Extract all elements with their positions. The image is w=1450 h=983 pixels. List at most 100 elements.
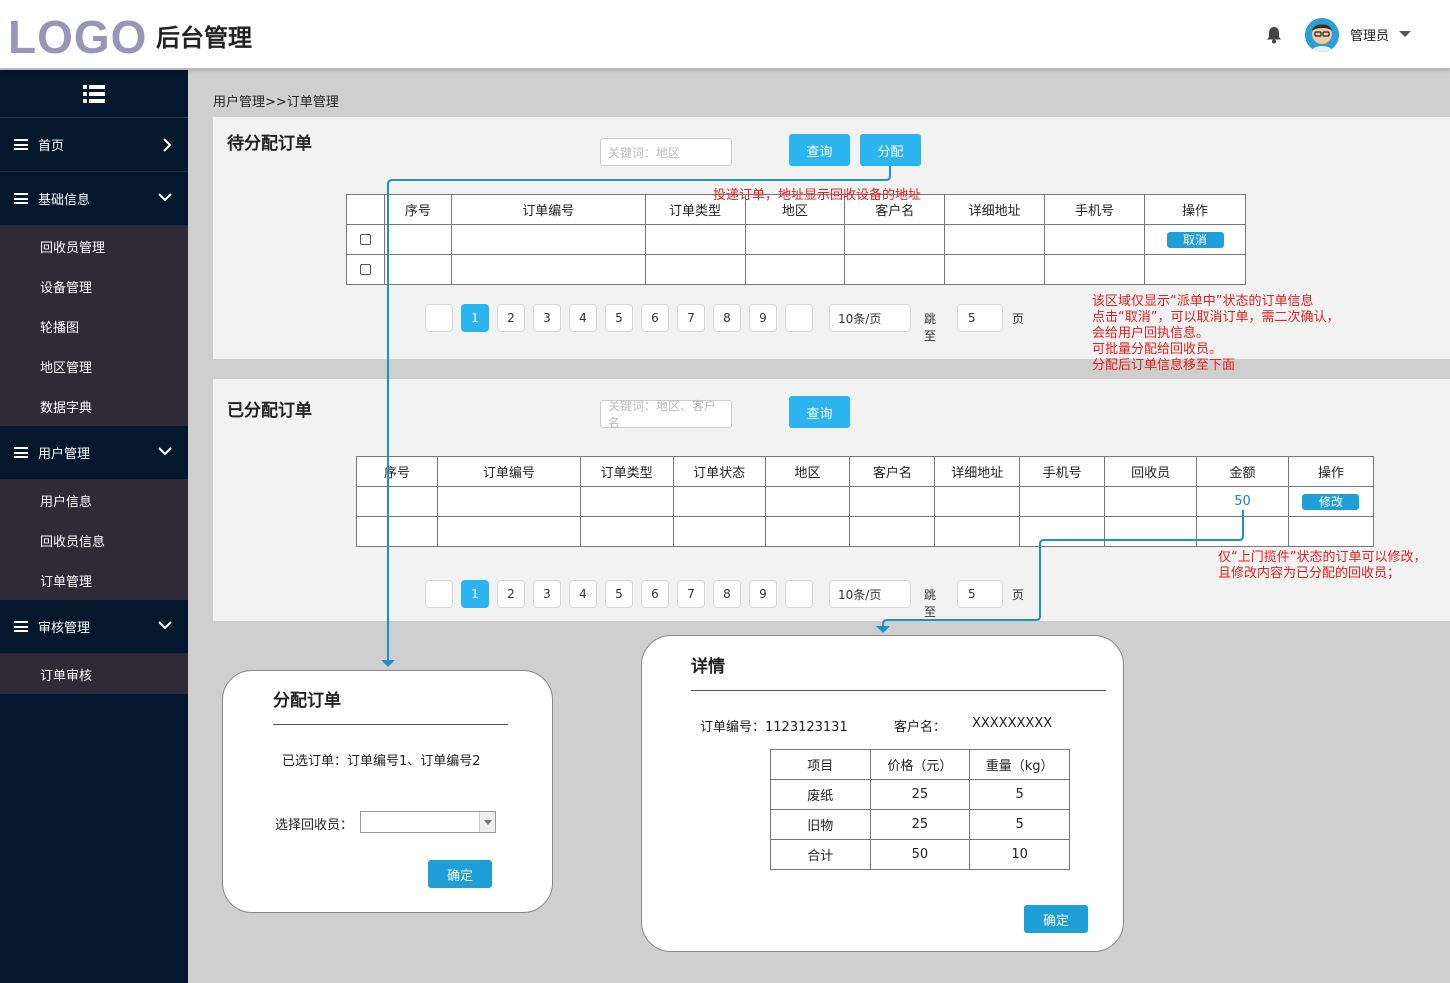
detail-confirm-button[interactable]: 确定 <box>1024 905 1088 933</box>
row-checkbox[interactable] <box>359 264 371 275</box>
collector-label: 选择回收员： <box>275 818 354 833</box>
prev-page-button[interactable] <box>425 304 453 332</box>
chevron-down-icon[interactable] <box>479 812 495 832</box>
page-button[interactable]: 2 <box>497 580 525 608</box>
user-name[interactable]: 管理员 <box>1350 25 1389 44</box>
sidebar-item-order-mgmt[interactable]: 订单管理 <box>0 560 188 600</box>
customer-label: 客户名： <box>894 720 947 735</box>
page-button[interactable]: 8 <box>713 580 741 608</box>
page-button[interactable]: 4 <box>569 580 597 608</box>
divider <box>273 724 508 725</box>
chevron-down-icon <box>158 621 172 630</box>
selected-orders-text: 已选订单：订单编号1、订单编号2 <box>282 754 481 769</box>
chevron-down-icon <box>158 193 172 202</box>
pending-search-input[interactable]: 关键词：地区 <box>600 138 732 166</box>
next-page-button[interactable] <box>785 304 813 332</box>
column-header: 地区 <box>764 456 851 487</box>
next-page-button[interactable] <box>785 580 813 608</box>
page-button[interactable]: 6 <box>641 304 669 332</box>
sidebar-item-collector-info[interactable]: 回收员信息 <box>0 520 188 560</box>
page-size-select[interactable]: 10条/页 <box>829 580 911 608</box>
table-cell: 旧物 <box>770 809 871 840</box>
page-button[interactable]: 9 <box>749 304 777 332</box>
sidebar-item-dictionary[interactable]: 数据字典 <box>0 386 188 426</box>
page-button[interactable]: 3 <box>533 304 561 332</box>
cancel-order-button[interactable]: 取消 <box>1166 231 1224 248</box>
sidebar-group-label: 审核管理 <box>38 621 91 636</box>
collector-select[interactable] <box>360 811 496 833</box>
page-button[interactable]: 9 <box>749 580 777 608</box>
assign-order-dialog: 分配订单 已选订单：订单编号1、订单编号2 选择回收员： 确定 <box>222 670 553 913</box>
menu-icon <box>14 139 28 150</box>
page-button[interactable]: 6 <box>641 580 669 608</box>
note-line: 且修改内容为已分配的回收员； <box>1218 566 1401 581</box>
jump-page-input[interactable]: 5 <box>957 304 1003 332</box>
page-button[interactable]: 8 <box>713 304 741 332</box>
sidebar-group-audit-mgmt[interactable]: 审核管理 <box>0 600 188 654</box>
sidebar-item-carousel[interactable]: 轮播图 <box>0 306 188 346</box>
column-header: 序号 <box>356 456 438 487</box>
detail-items-table: 项目 价格（元） 重量（kg） 废纸 25 5 旧物 25 5 合计 50 10 <box>770 749 1070 870</box>
assign-confirm-button[interactable]: 确定 <box>428 860 492 888</box>
table-row <box>346 254 1246 285</box>
table-header-row: 序号 订单编号 订单类型 订单状态 地区 客户名 详细地址 手机号 回收员 金额… <box>356 456 1375 487</box>
table-cell: 10 <box>969 839 1070 870</box>
amount-link[interactable]: 50 <box>1234 494 1251 509</box>
edit-order-button[interactable]: 修改 <box>1302 493 1360 510</box>
sidebar-item-order-audit[interactable]: 订单审核 <box>0 654 188 694</box>
table-row: 50 修改 <box>356 486 1375 517</box>
table-cell: 25 <box>869 779 971 810</box>
table-header-row: 项目 价格（元） 重量（kg） <box>770 749 1070 780</box>
page-button[interactable]: 1 <box>461 304 489 332</box>
sidebar: 首页 基础信息 回收员管理 设备管理 轮播图 地区管理 数据字典 用户管理 用户… <box>0 70 188 983</box>
table-cell: 废纸 <box>770 779 871 810</box>
page-button[interactable]: 7 <box>677 304 705 332</box>
page-button[interactable]: 1 <box>461 580 489 608</box>
column-header: 重量（kg） <box>969 749 1070 780</box>
assign-button[interactable]: 分配 <box>860 134 921 166</box>
page-button[interactable]: 7 <box>677 580 705 608</box>
page-button[interactable]: 5 <box>605 304 633 332</box>
order-number-text: 订单编号：1123123131 <box>700 720 848 735</box>
jump-page-input[interactable]: 5 <box>957 580 1003 608</box>
breadcrumb: 用户管理>>订单管理 <box>213 95 339 110</box>
sidebar-item-device-mgmt[interactable]: 设备管理 <box>0 266 188 306</box>
column-header: 订单状态 <box>672 456 766 487</box>
assigned-title: 已分配订单 <box>227 401 312 421</box>
page-button[interactable]: 3 <box>533 580 561 608</box>
list-icon <box>83 84 105 103</box>
pending-query-button[interactable]: 查询 <box>789 134 850 166</box>
row-checkbox[interactable] <box>359 234 371 245</box>
sidebar-group-user-mgmt[interactable]: 用户管理 <box>0 426 188 480</box>
pending-note: 该区域仅显示“派单中”状态的订单信息 点击“取消”，可以取消订单，需二次确认， … <box>1092 294 1339 374</box>
column-header: 详细地址 <box>944 194 1046 225</box>
assigned-query-button[interactable]: 查询 <box>789 396 850 428</box>
page-button[interactable]: 4 <box>569 304 597 332</box>
avatar[interactable] <box>1305 18 1339 52</box>
menu-icon <box>14 193 28 204</box>
column-header: 订单编号 <box>436 456 581 487</box>
page-button[interactable]: 5 <box>605 580 633 608</box>
dialog-title: 详情 <box>691 657 725 677</box>
sidebar-toggle[interactable] <box>0 70 188 118</box>
note-line: 分配后订单信息移至下面 <box>1092 358 1236 373</box>
sidebar-item-collector-mgmt[interactable]: 回收员管理 <box>0 226 188 266</box>
prev-page-button[interactable] <box>425 580 453 608</box>
sidebar-item-region-mgmt[interactable]: 地区管理 <box>0 346 188 386</box>
table-row <box>356 516 1375 547</box>
sidebar-group-home[interactable]: 首页 <box>0 118 188 172</box>
column-header: 回收员 <box>1104 456 1198 487</box>
sidebar-group-basic-info[interactable]: 基础信息 <box>0 172 188 226</box>
column-header: 操作 <box>1287 456 1375 487</box>
chevron-right-icon <box>163 138 172 152</box>
page-size-select[interactable]: 10条/页 <box>829 304 911 332</box>
page-button[interactable]: 2 <box>497 304 525 332</box>
logo: LOGO <box>8 11 148 63</box>
sidebar-item-user-info[interactable]: 用户信息 <box>0 480 188 520</box>
chevron-down-icon[interactable] <box>1399 31 1411 37</box>
note-line: 仅“上门揽件”状态的订单可以修改， <box>1218 550 1427 565</box>
assigned-search-input[interactable]: 关键词：地区、客户名 <box>600 399 732 430</box>
menu-icon <box>14 447 28 458</box>
bell-icon[interactable] <box>1266 26 1282 48</box>
table-cell: 5 <box>969 779 1070 810</box>
